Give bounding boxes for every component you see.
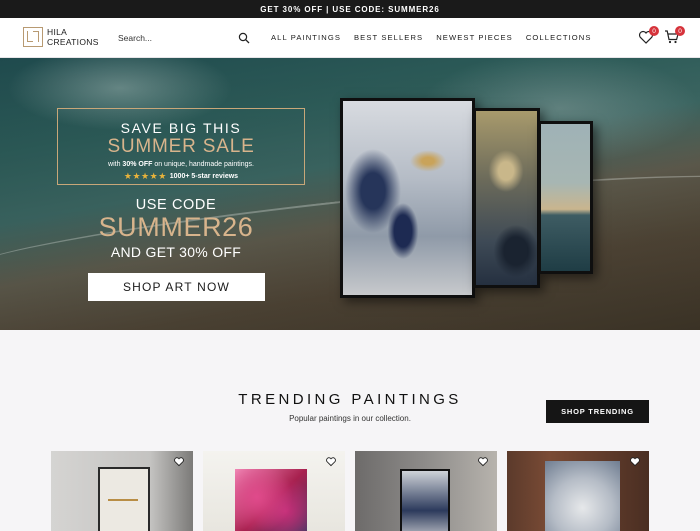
promo-headline: SAVE BIG THIS [120,120,242,136]
cart-button[interactable]: 0 [664,26,685,45]
product-image [235,469,307,531]
code-label: USE CODE [135,197,217,213]
search-input[interactable] [118,33,238,43]
trending-products [51,451,649,531]
hero-painting-face [473,108,540,288]
logo-line2: CREATIONS [47,37,99,47]
main-nav: ALL PAINTINGS BEST SELLERS NEWEST PIECES… [271,33,592,42]
wishlist-button[interactable]: 0 [638,26,659,45]
search-icon[interactable] [238,32,250,44]
promo-sale-title: SUMMER SALE [107,136,255,157]
star-rating-icon: ★★★★★ [123,171,167,181]
site-header: HILA CREATIONS ALL PAINTINGS BEST SELLER… [0,18,700,58]
logo[interactable]: HILA CREATIONS [23,27,99,47]
reviews-text: 1000+ 5-star reviews [169,173,239,180]
product-card[interactable] [507,451,649,531]
wishlist-count-badge: 0 [649,26,659,36]
promo-with: with [108,161,121,168]
nav-best-sellers[interactable]: BEST SELLERS [354,33,423,42]
product-image [545,461,620,531]
shop-art-now-button[interactable]: SHOP ART NOW [88,273,265,301]
logo-line1: HILA [47,27,68,37]
product-card[interactable] [203,451,345,531]
wishlist-heart-icon[interactable] [629,456,641,467]
promo-rest: on unique, handmade paintings. [154,161,254,168]
shop-trending-button[interactable]: SHOP TRENDING [546,400,649,423]
header-icons: 0 0 [638,26,685,45]
nav-newest-pieces[interactable]: NEWEST PIECES [436,33,513,42]
logo-mark-icon [23,27,43,47]
cart-count-badge: 0 [675,26,685,36]
wishlist-heart-icon[interactable] [325,456,337,467]
product-card[interactable] [355,451,497,531]
product-image [400,469,450,531]
promo-reviews: ★★★★★ 1000+ 5-star reviews [58,171,304,182]
hero-painting-seascape [538,121,593,274]
promo-description: with 30% OFF on unique, handmade paintin… [58,161,304,168]
hero-banner: SAVE BIG THIS SUMMER SALE with 30% OFF o… [0,58,700,330]
code-subtitle: AND GET 30% OFF [110,244,242,260]
logo-text: HILA CREATIONS [47,27,99,47]
nav-all-paintings[interactable]: ALL PAINTINGS [271,33,341,42]
product-card[interactable] [51,451,193,531]
code-value: SUMMER26 [98,212,254,242]
announcement-text: GET 30% OFF | USE CODE: SUMMER26 [260,4,440,14]
hero-painting-abstract [340,98,475,298]
promo-off: 30% OFF [122,161,153,168]
product-image [98,467,150,531]
promo-box: SAVE BIG THIS SUMMER SALE with 30% OFF o… [57,108,305,185]
wishlist-heart-icon[interactable] [173,456,185,467]
announcement-bar: GET 30% OFF | USE CODE: SUMMER26 [0,0,700,18]
search-bar [110,27,258,49]
wishlist-heart-icon[interactable] [477,456,489,467]
nav-collections[interactable]: COLLECTIONS [526,33,592,42]
